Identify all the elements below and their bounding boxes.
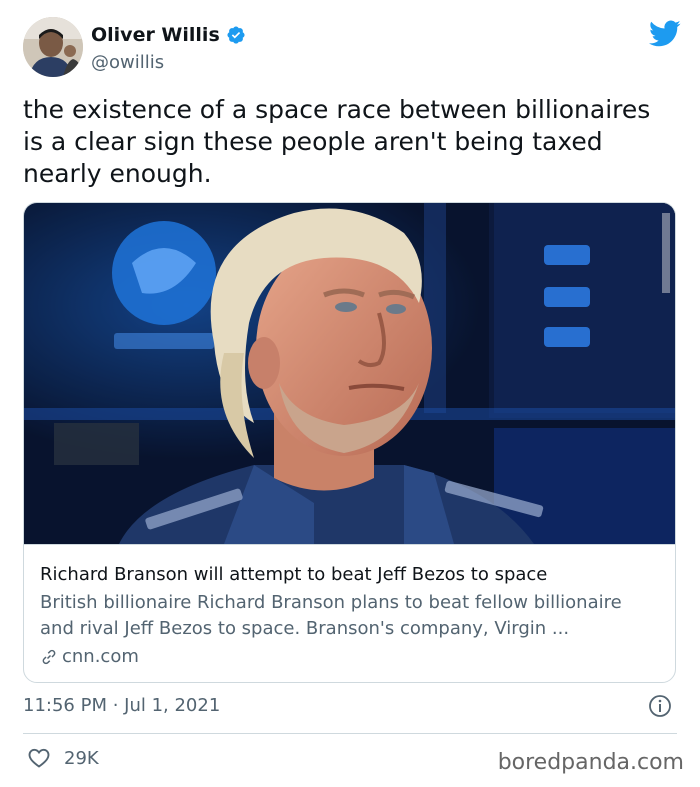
- tweet-timestamp[interactable]: 11:56 PM · Jul 1, 2021: [23, 695, 220, 716]
- card-title[interactable]: Richard Branson will attempt to beat Jef…: [40, 564, 547, 585]
- author-name[interactable]: Oliver Willis: [91, 24, 220, 46]
- avatar[interactable]: [23, 17, 83, 77]
- card-body: Richard Branson will attempt to beat Jef…: [24, 544, 675, 682]
- twitter-bird-icon[interactable]: [647, 17, 683, 49]
- card-image: [24, 203, 675, 544]
- watermark: boredpanda.com: [497, 750, 684, 775]
- card-source[interactable]: cnn.com: [40, 646, 139, 667]
- verified-badge-icon: [227, 26, 245, 44]
- like-count: 29K: [64, 747, 99, 769]
- card-description: British billionaire Richard Branson plan…: [40, 592, 622, 639]
- link-icon: [42, 649, 56, 664]
- heart-icon[interactable]: [27, 746, 51, 770]
- author-row: Oliver Willis: [91, 24, 246, 46]
- like-action[interactable]: 29K: [27, 746, 99, 770]
- author-handle[interactable]: @owillis: [91, 52, 164, 73]
- divider: [23, 733, 677, 734]
- tweet-text: the existence of a space race between bi…: [23, 95, 651, 188]
- link-preview-card[interactable]: Richard Branson will attempt to beat Jef…: [23, 202, 676, 683]
- info-icon[interactable]: [648, 694, 672, 718]
- tweet-header: Oliver Willis @owillis: [23, 17, 683, 81]
- card-source-domain: cnn.com: [62, 646, 139, 667]
